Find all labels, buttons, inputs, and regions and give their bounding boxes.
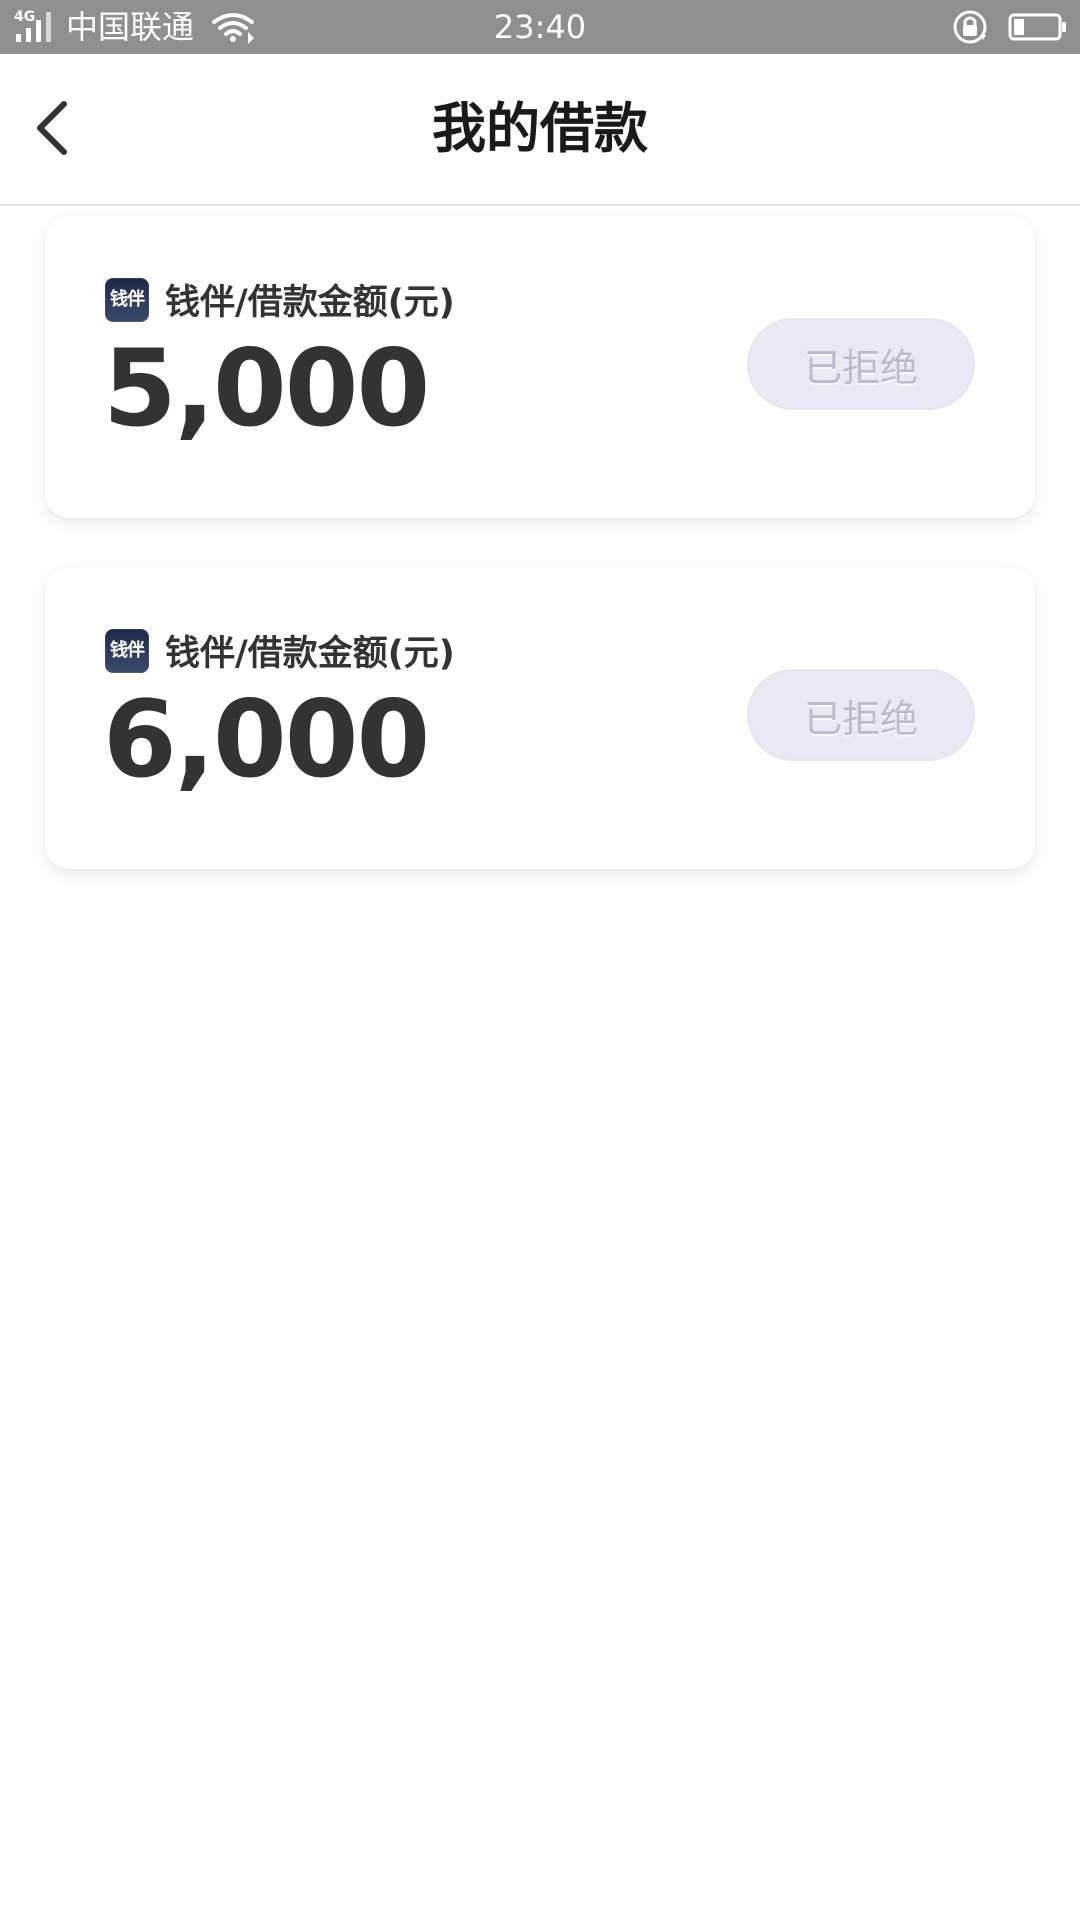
loan-label: 钱伴/借款金额(元) (165, 634, 455, 674)
status-badge-rejected[interactable]: 已拒绝 (747, 318, 975, 410)
page-title: 我的借款 (432, 97, 648, 160)
battery-icon (1008, 13, 1066, 41)
status-badge-rejected[interactable]: 已拒绝 (747, 669, 975, 761)
loan-card[interactable]: 钱伴 钱伴/借款金额(元) 5,000 已拒绝 (45, 216, 1035, 518)
app-logo: 钱伴 (105, 628, 149, 673)
rotation-lock-icon (953, 10, 987, 44)
loan-card-header: 钱伴 钱伴/借款金额(元) (105, 625, 455, 676)
loan-amount: 6,000 (103, 678, 430, 801)
status-right (950, 0, 1066, 54)
status-bar: 4G 中国联通 23:40 (0, 0, 1080, 54)
loan-amount: 5,000 (103, 327, 430, 450)
status-time: 23:40 (493, 8, 587, 46)
app-header: 我的借款 (0, 54, 1080, 206)
loan-card-header: 钱伴 钱伴/借款金额(元) (105, 274, 455, 325)
loan-card[interactable]: 钱伴 钱伴/借款金额(元) 6,000 已拒绝 (45, 567, 1035, 869)
app-logo: 钱伴 (105, 277, 149, 322)
loan-label: 钱伴/借款金额(元) (165, 283, 455, 323)
